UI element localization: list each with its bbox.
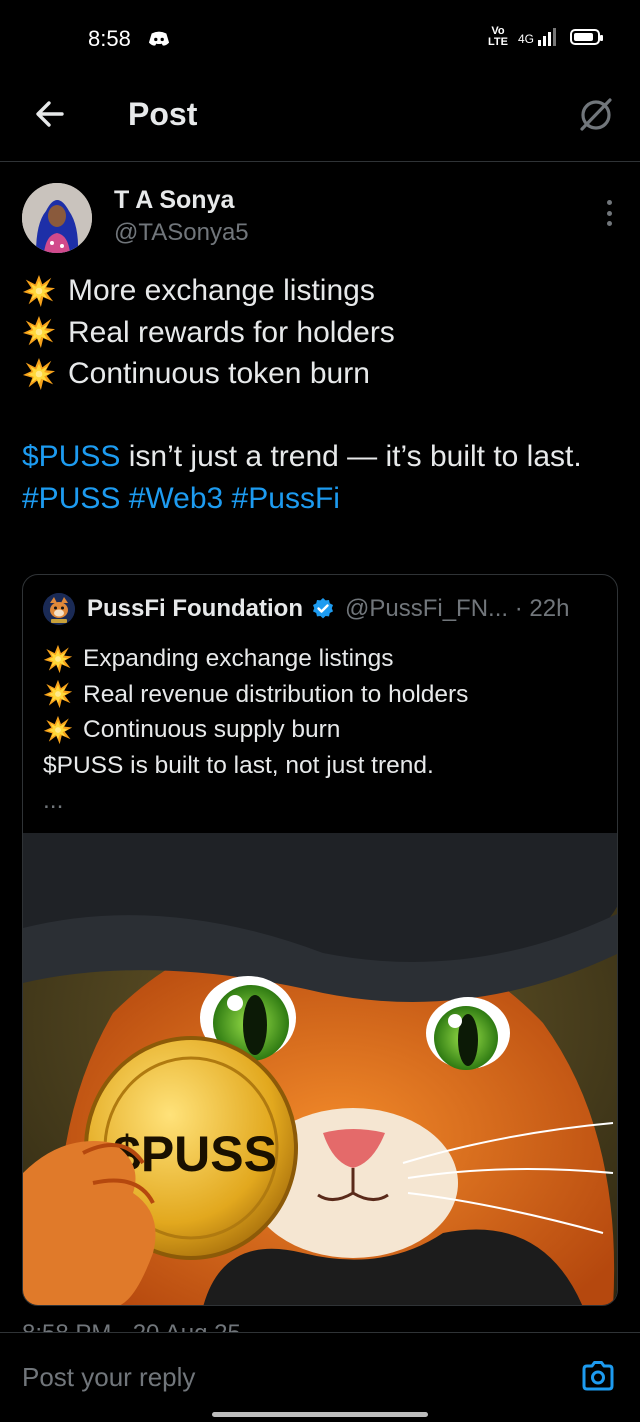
discord-icon: [148, 31, 170, 46]
quoted-bullet: Expanding exchange listings: [43, 641, 603, 677]
author-avatar[interactable]: [22, 183, 92, 253]
cashtag-link[interactable]: $PUSS: [22, 440, 120, 473]
author-handle[interactable]: @TASonya5: [114, 219, 249, 247]
grok-icon[interactable]: [576, 94, 616, 134]
collision-emoji-icon: [22, 315, 56, 349]
back-arrow-icon[interactable]: [30, 94, 70, 134]
quoted-text: Expanding exchange listings Real revenue…: [43, 641, 603, 819]
signal-icon: [538, 28, 556, 46]
network-type: 4G: [517, 32, 534, 46]
author-name[interactable]: T A Sonya: [114, 186, 234, 215]
collision-emoji-icon: [43, 679, 73, 709]
home-indicator[interactable]: [212, 1412, 428, 1417]
more-options-icon[interactable]: [604, 200, 614, 226]
quoted-bullet: Real revenue distribution to holders: [43, 677, 603, 713]
status-indicators: Vo LTE 4G: [488, 25, 603, 48]
status-time: 8:58: [88, 26, 131, 51]
verified-badge-icon: [313, 598, 333, 619]
battery-icon: [570, 29, 603, 45]
header-divider: [0, 161, 640, 162]
quoted-post[interactable]: PussFi Foundation @PussFi_FN... · 22h Ex…: [22, 574, 618, 1306]
post-bullet: Real rewards for holders: [22, 312, 622, 354]
camera-icon[interactable]: [580, 1358, 616, 1394]
post-bullet: Continuous token burn: [22, 353, 622, 395]
collision-emoji-icon: [22, 357, 56, 391]
cat-coin-image[interactable]: $PUSS: [23, 833, 618, 1306]
volte-indicator: Vo LTE: [488, 25, 508, 48]
post-text: More exchange listings Real rewards for …: [22, 270, 622, 519]
reply-divider: [0, 1332, 640, 1333]
page-title: Post: [128, 96, 198, 132]
quoted-handle-time: @PussFi_FN... · 22h: [345, 595, 570, 622]
reply-input[interactable]: Post your reply: [22, 1362, 195, 1393]
collision-emoji-icon: [43, 715, 73, 745]
hashtags-link[interactable]: #PUSS #Web3 #PussFi: [22, 478, 622, 520]
collision-emoji-icon: [43, 644, 73, 674]
quoted-last-line: $PUSS is built to last, not just trend.: [43, 751, 434, 779]
quoted-avatar[interactable]: [43, 593, 75, 625]
quoted-bullet: Continuous supply burn: [43, 712, 603, 748]
post-bullet: More exchange listings: [22, 270, 622, 312]
quoted-post-header: PussFi Foundation @PussFi_FN... · 22h: [43, 593, 569, 625]
show-more-ellipsis[interactable]: ...: [43, 783, 603, 819]
quoted-author-name: PussFi Foundation: [87, 595, 303, 622]
post-sentence: $PUSS isn’t just a trend — it’s built to…: [22, 440, 582, 473]
collision-emoji-icon: [22, 274, 56, 308]
